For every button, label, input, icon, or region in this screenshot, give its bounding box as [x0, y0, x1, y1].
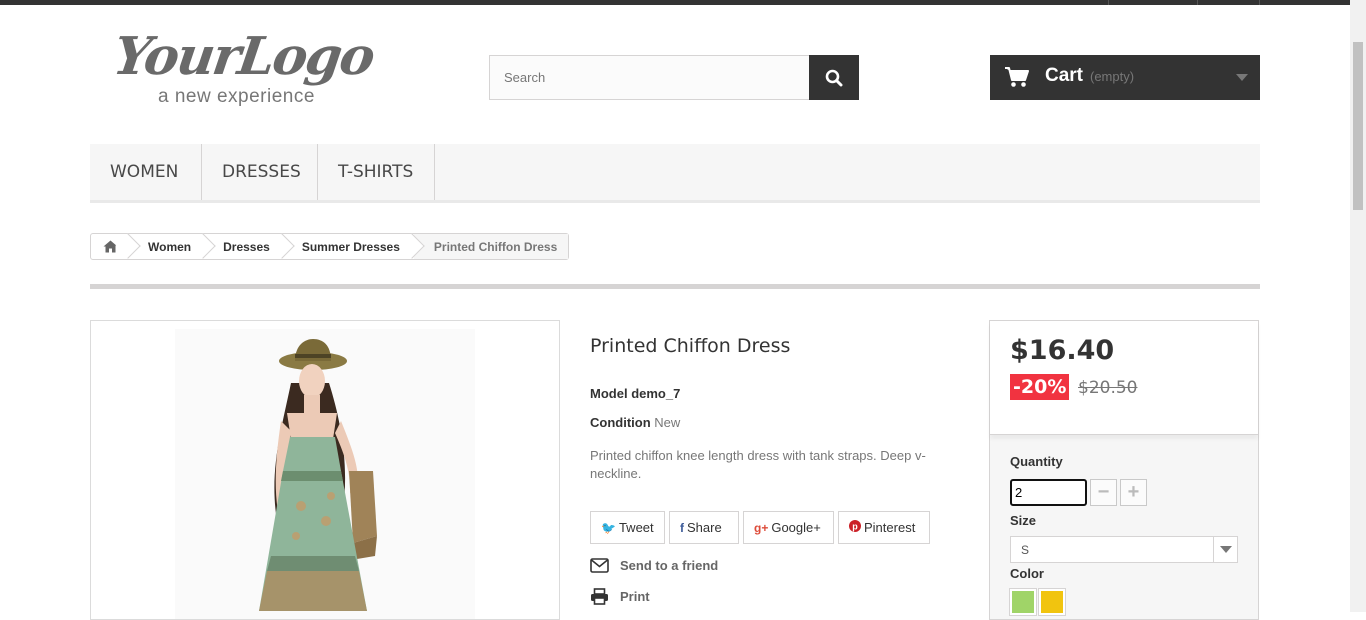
product-info: Printed Chiffon Dress Model demo_7 Condi…	[590, 335, 950, 481]
color-swatch-green[interactable]	[1009, 588, 1037, 616]
svg-text:p: p	[852, 522, 858, 532]
cart-status: (empty)	[1090, 69, 1135, 84]
scrollbar-thumb[interactable]	[1353, 42, 1363, 210]
select-arrow	[1213, 537, 1237, 562]
menu-item-women[interactable]: WOMEN	[90, 144, 202, 200]
share-button[interactable]: f Share	[669, 511, 739, 544]
share-label: Share	[687, 520, 722, 535]
social-sharing: 🐦 Tweet f Share g+ Google+ p Pinterest	[590, 511, 934, 544]
print-label: Print	[620, 589, 650, 604]
top-bar-separator	[1108, 0, 1109, 5]
envelope-icon	[590, 558, 609, 573]
plus-icon: +	[1127, 481, 1140, 503]
pinterest-label: Pinterest	[864, 520, 916, 535]
size-selected-value: S	[1021, 542, 1030, 557]
breadcrumb-current: Printed Chiffon Dress	[413, 234, 569, 259]
model-value: demo_7	[631, 386, 681, 401]
pinterest-icon: p	[849, 520, 861, 535]
page-scrollbar[interactable]	[1350, 0, 1366, 612]
product-condition: Condition New	[590, 415, 680, 430]
breadcrumb-item-women[interactable]: Women	[130, 234, 205, 259]
old-price: $20.50	[1078, 378, 1138, 398]
discount-badge: -20%	[1010, 374, 1070, 400]
model-label: Model	[590, 386, 628, 401]
minus-icon: −	[1097, 481, 1110, 503]
print-link[interactable]: Print	[590, 588, 650, 605]
send-to-friend-link[interactable]: Send to a friend	[590, 558, 718, 573]
breadcrumb-item-summer-dresses[interactable]: Summer Dresses	[284, 234, 414, 259]
section-divider	[90, 284, 1260, 289]
price-panel: $16.40 -20% $20.50	[990, 321, 1258, 435]
size-select[interactable]: S	[1010, 536, 1238, 563]
top-bar-separator	[1197, 0, 1198, 5]
menu-item-dresses[interactable]: DRESSES	[202, 144, 318, 200]
condition-label: Condition	[590, 415, 651, 430]
twitter-icon: 🐦	[601, 520, 616, 535]
shopping-cart-icon	[1005, 67, 1029, 87]
menu-item-t-shirts[interactable]: T-SHIRTS	[318, 144, 435, 200]
product-photo	[175, 329, 475, 619]
quantity-increase-button[interactable]: +	[1120, 479, 1147, 506]
quantity-label: Quantity	[1010, 454, 1063, 469]
logo-tagline: a new experience	[158, 86, 315, 107]
pinterest-button[interactable]: p Pinterest	[838, 511, 930, 544]
search-icon	[825, 69, 843, 86]
google-plus-label: Google+	[771, 520, 821, 535]
home-icon	[103, 240, 118, 253]
chevron-down-icon	[1219, 546, 1232, 553]
quantity-input[interactable]	[1010, 479, 1087, 506]
tweet-label: Tweet	[618, 520, 654, 535]
printer-icon	[591, 588, 608, 605]
send-to-friend-label: Send to a friend	[620, 558, 719, 573]
chevron-down-icon	[1236, 74, 1248, 81]
product-image[interactable]	[90, 320, 560, 620]
product-title: Printed Chiffon Dress	[590, 335, 791, 357]
search-input[interactable]	[490, 56, 810, 99]
breadcrumb-home[interactable]	[91, 234, 130, 259]
breadcrumb-item-dresses[interactable]: Dresses	[205, 234, 284, 259]
buy-box: $16.40 -20% $20.50 Quantity − + Size S C…	[989, 320, 1259, 620]
site-logo[interactable]: YourLogo a new experience	[110, 26, 404, 110]
cart-label: Cart	[1045, 65, 1084, 86]
color-label: Color	[1010, 566, 1044, 581]
facebook-icon: f	[680, 520, 684, 535]
tweet-button[interactable]: 🐦 Tweet	[590, 511, 665, 544]
cart-button[interactable]: Cart (empty)	[990, 55, 1260, 100]
google-plus-icon: g+	[754, 520, 769, 535]
product-price: $16.40	[1010, 335, 1115, 366]
color-swatch-yellow[interactable]	[1038, 588, 1066, 616]
main-menu: WOMEN DRESSES T-SHIRTS	[90, 144, 1260, 203]
top-bar-separator	[1259, 0, 1260, 5]
product-description: Printed chiffon knee length dress with t…	[590, 448, 926, 481]
search-bar	[489, 55, 859, 100]
size-label: Size	[1010, 513, 1037, 528]
top-bar	[0, 0, 1350, 5]
product-model: Model demo_7	[590, 386, 680, 401]
logo-text: YourLogo	[109, 26, 378, 87]
google-plus-button[interactable]: g+ Google+	[743, 511, 834, 544]
quantity-decrease-button[interactable]: −	[1090, 479, 1117, 506]
breadcrumb: Women Dresses Summer Dresses Printed Chi…	[90, 233, 570, 260]
search-button[interactable]	[809, 55, 859, 100]
condition-value: New	[654, 415, 681, 430]
